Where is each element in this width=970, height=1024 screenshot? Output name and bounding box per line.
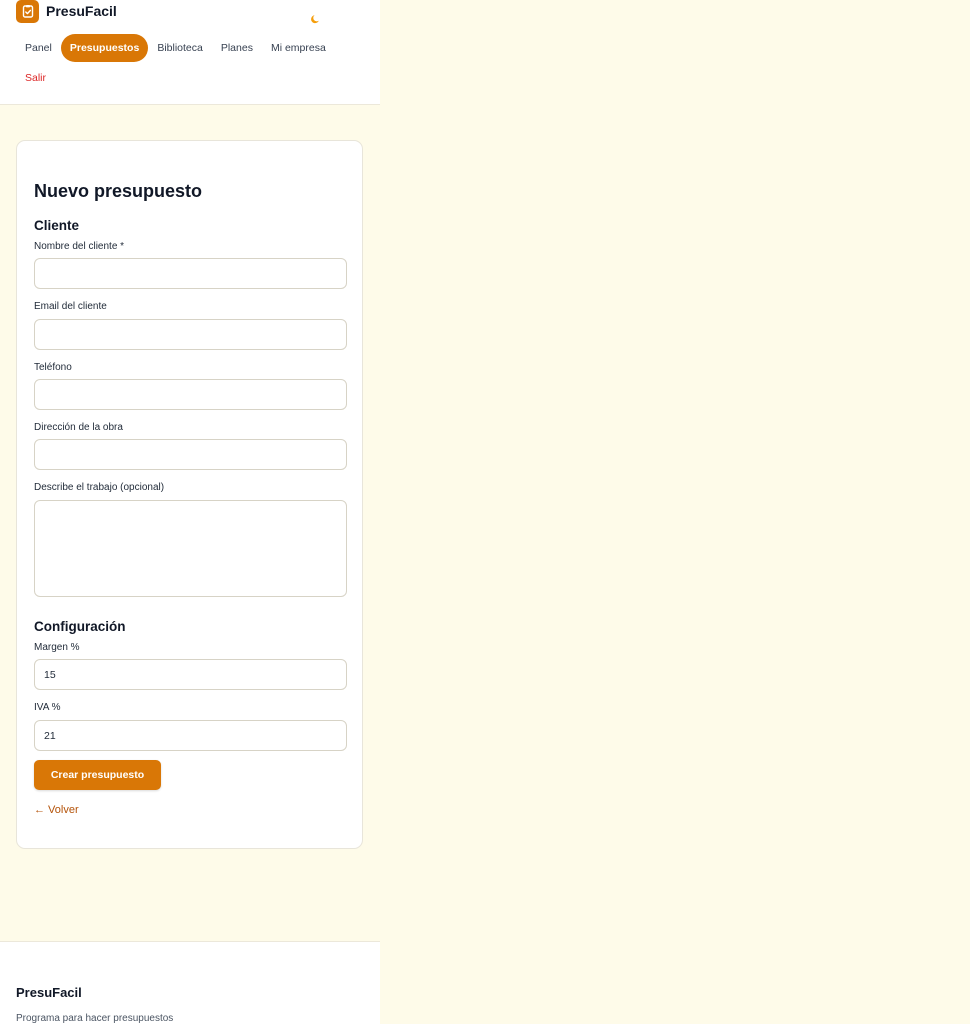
address-input[interactable]	[34, 439, 347, 470]
phone-label: Teléfono	[34, 362, 72, 373]
footer-tagline: Programa para hacer presupuestos	[16, 1013, 174, 1024]
back-link[interactable]: ← Volver	[34, 804, 79, 816]
description-label: Describe el trabajo (opcional)	[34, 482, 165, 493]
address-label: Dirección de la obra	[34, 422, 123, 433]
footer-brand-name: PresuFacil	[16, 985, 82, 1000]
moon-icon	[311, 15, 319, 24]
nav-item-mi-empresa[interactable]: Mi empresa	[262, 34, 335, 62]
margin-label: Margen %	[34, 642, 80, 653]
brand[interactable]: PresuFacil	[16, 0, 117, 24]
vat-input[interactable]	[34, 720, 347, 751]
client-email-label: Email del cliente	[34, 301, 107, 312]
footer: PresuFacil Programa para hacer presupues…	[0, 941, 380, 1024]
clipboard-check-icon	[16, 0, 39, 23]
nav-row: Panel Presupuestos Biblioteca Planes Mi …	[16, 34, 356, 62]
nav-item-presupuestos[interactable]: Presupuestos	[60, 34, 149, 62]
app-column: PresuFacil Panel Presupuestos Biblioteca…	[0, 0, 380, 1024]
nav-item-planes[interactable]: Planes	[212, 34, 262, 62]
client-name-label: Nombre del cliente *	[34, 241, 125, 252]
nav-row: Salir	[16, 64, 356, 92]
top-header: PresuFacil Panel Presupuestos Biblioteca…	[0, 0, 380, 105]
main-nav: Panel Presupuestos Biblioteca Planes Mi …	[16, 34, 356, 92]
nav-item-salir[interactable]: Salir	[16, 64, 55, 92]
nav-item-biblioteca[interactable]: Biblioteca	[148, 34, 212, 62]
margin-input[interactable]	[34, 659, 347, 690]
new-quote-card: Nuevo presupuesto Cliente Nombre del cli…	[16, 140, 363, 849]
description-textarea[interactable]	[34, 500, 347, 597]
vat-label: IVA %	[34, 702, 61, 713]
phone-input[interactable]	[34, 379, 347, 410]
brand-name: PresuFacil	[46, 3, 117, 19]
client-name-input[interactable]	[34, 258, 347, 289]
create-quote-button[interactable]: Crear presupuesto	[34, 760, 161, 790]
page-title: Nuevo presupuesto	[34, 181, 203, 201]
config-section-title: Configuración	[34, 619, 126, 634]
theme-toggle-button[interactable]	[308, 11, 324, 27]
nav-item-panel[interactable]: Panel	[16, 34, 61, 62]
client-section-title: Cliente	[34, 218, 80, 233]
client-email-input[interactable]	[34, 319, 347, 350]
